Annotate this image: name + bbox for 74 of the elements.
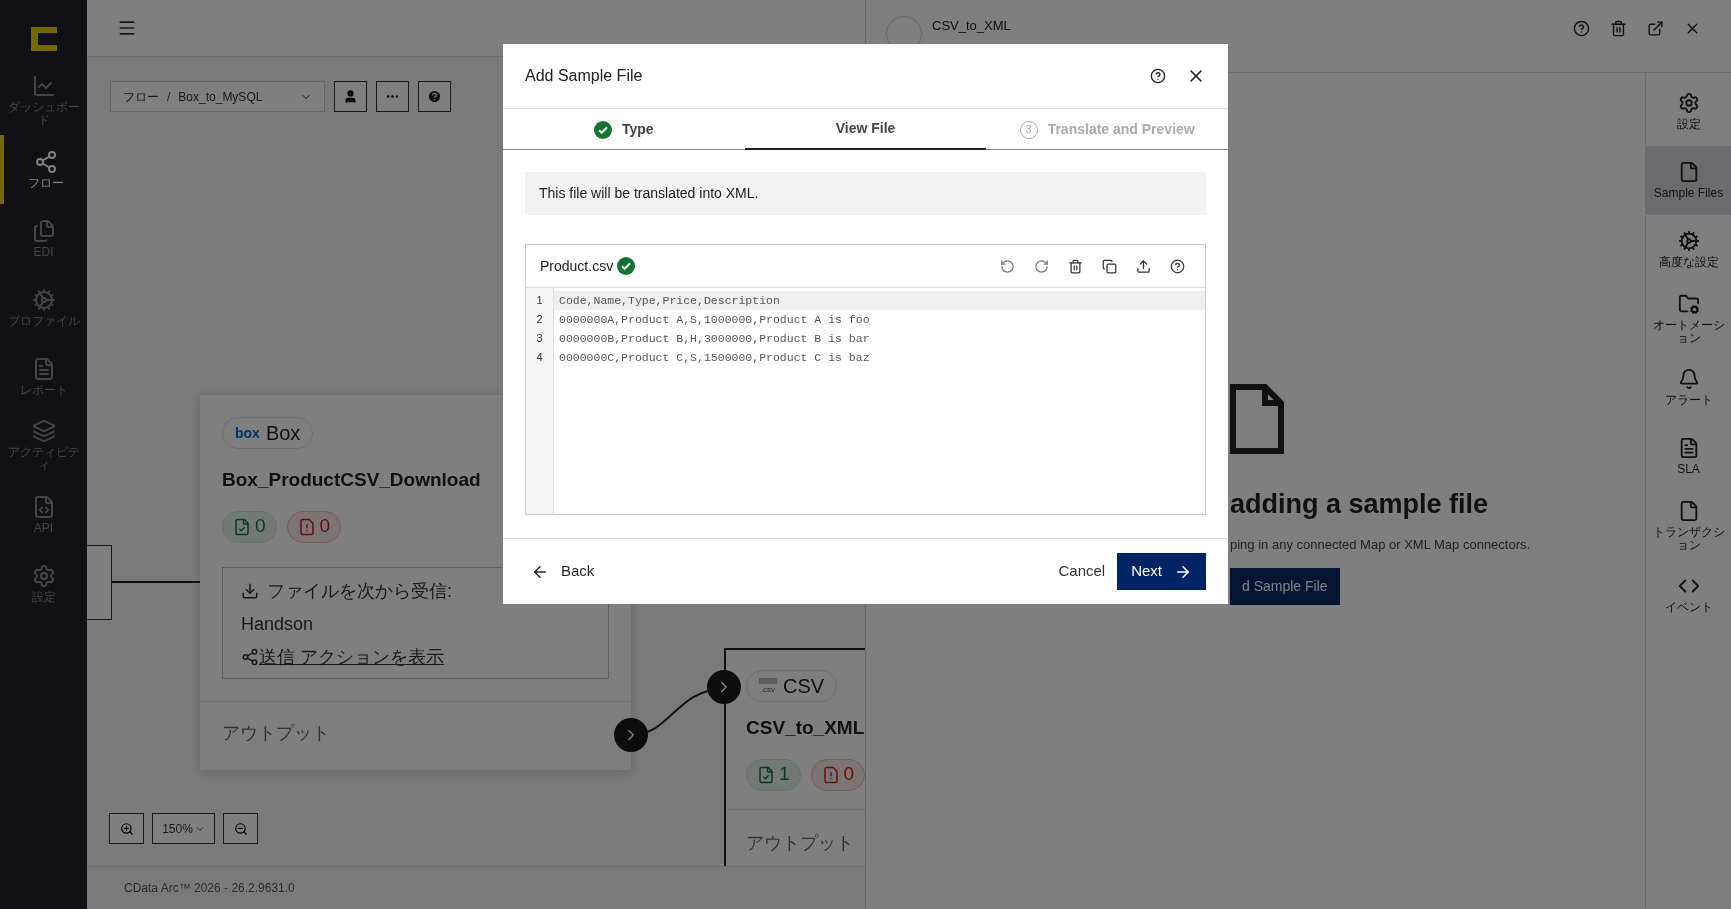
- bell-icon: [1677, 368, 1700, 390]
- share-icon: [241, 648, 259, 666]
- help-button[interactable]: [418, 81, 451, 112]
- more-button[interactable]: [376, 81, 409, 112]
- receive-label: ファイルを次から受信:: [267, 579, 452, 603]
- folder-gear-icon: [1677, 292, 1700, 315]
- dialog-title: Add Sample File: [525, 66, 643, 86]
- line-number: 4: [535, 350, 544, 365]
- show-actions-link[interactable]: 送信 アクションを表示: [259, 643, 444, 671]
- success-count: 1: [746, 758, 801, 791]
- external-link-icon[interactable]: [1647, 20, 1664, 37]
- file-name: Product.csv: [540, 256, 614, 276]
- zoom-out-icon: [233, 821, 248, 836]
- error-count: 0: [810, 758, 865, 791]
- empty-heading: adding a sample file: [1230, 488, 1489, 521]
- version-text: CData Arc™ 2026 - 26.2.9631.0: [124, 880, 295, 897]
- line-number: 3: [535, 331, 544, 346]
- zoom-in-icon: [119, 821, 134, 836]
- trash-icon[interactable]: [1610, 20, 1627, 37]
- undo-icon[interactable]: [1000, 258, 1015, 274]
- input-port[interactable]: [707, 670, 741, 704]
- output-label: アウトプット: [222, 722, 330, 743]
- line-number: 2: [535, 312, 544, 327]
- empty-description: ping in any connected Map or XML Map connectors.: [1230, 535, 1531, 554]
- layers-icon: [31, 419, 56, 443]
- settings-icon: [31, 563, 56, 588]
- redo-icon[interactable]: [1034, 258, 1049, 274]
- zoom-level-dropdown[interactable]: 150%: [152, 813, 215, 844]
- chart-icon: [31, 74, 56, 98]
- settings-icon: [1677, 92, 1700, 114]
- receive-source: Handson: [241, 612, 315, 636]
- back-button[interactable]: Back: [525, 560, 601, 583]
- file-warning-icon: [297, 517, 316, 536]
- step-tab[interactable]: View File: [744, 109, 987, 150]
- output-port[interactable]: [614, 718, 648, 752]
- panel-nav-item[interactable]: Sample Files: [1646, 146, 1731, 215]
- trash-icon[interactable]: [1068, 258, 1083, 274]
- node-title: CSV_to_XML: [746, 716, 865, 740]
- file-warning-icon: [821, 765, 840, 784]
- zoom-out-button[interactable]: [223, 813, 258, 844]
- user-icon: [343, 89, 358, 104]
- cancel-button[interactable]: Cancel: [1052, 553, 1112, 590]
- copy-icon[interactable]: [1102, 258, 1117, 274]
- file-icon: [1230, 384, 1284, 454]
- code-line: 0000000B,Product B,H,3000000,Product B is bar: [558, 331, 871, 347]
- help-icon[interactable]: [1150, 68, 1166, 84]
- output-label: アウトプット: [746, 832, 854, 853]
- documents-icon: [31, 218, 56, 243]
- line-number: 1: [535, 293, 544, 308]
- next-button[interactable]: Next: [1117, 553, 1206, 590]
- info-message: This file will be translated into XML.: [525, 172, 1206, 215]
- check-icon: [594, 120, 612, 139]
- success-count: 0: [222, 510, 277, 543]
- zoom-in-button[interactable]: [109, 813, 144, 844]
- add-sample-file-button[interactable]: d Sample File: [1230, 568, 1340, 605]
- logo-icon: [30, 27, 57, 51]
- panel-title: CSV_to_XML: [932, 17, 1011, 35]
- breadcrumb-dropdown[interactable]: フロー / Box_to_MySQL: [110, 81, 325, 112]
- help-icon: [427, 89, 442, 104]
- user-button[interactable]: [334, 81, 367, 112]
- share-icon: [33, 149, 58, 174]
- connector-badge: box Box: [222, 417, 314, 449]
- code-line: 0000000A,Product A,S,1000000,Product A is foo: [558, 312, 871, 328]
- file-check-icon: [233, 517, 251, 536]
- menu-icon[interactable]: [117, 18, 137, 38]
- file-check-icon: [757, 765, 775, 784]
- download-icon: [241, 582, 259, 600]
- upload-icon[interactable]: [1136, 258, 1151, 274]
- connector-badge: .csv CSV: [746, 670, 838, 702]
- code-line: 0000000C,Product C,S,1500000,Product C is baz: [558, 350, 871, 366]
- error-count: 0: [286, 510, 342, 543]
- help-icon[interactable]: [1170, 258, 1185, 274]
- step-tab[interactable]: Type: [503, 109, 745, 150]
- node-title: Box_ProductCSV_Download: [222, 468, 482, 492]
